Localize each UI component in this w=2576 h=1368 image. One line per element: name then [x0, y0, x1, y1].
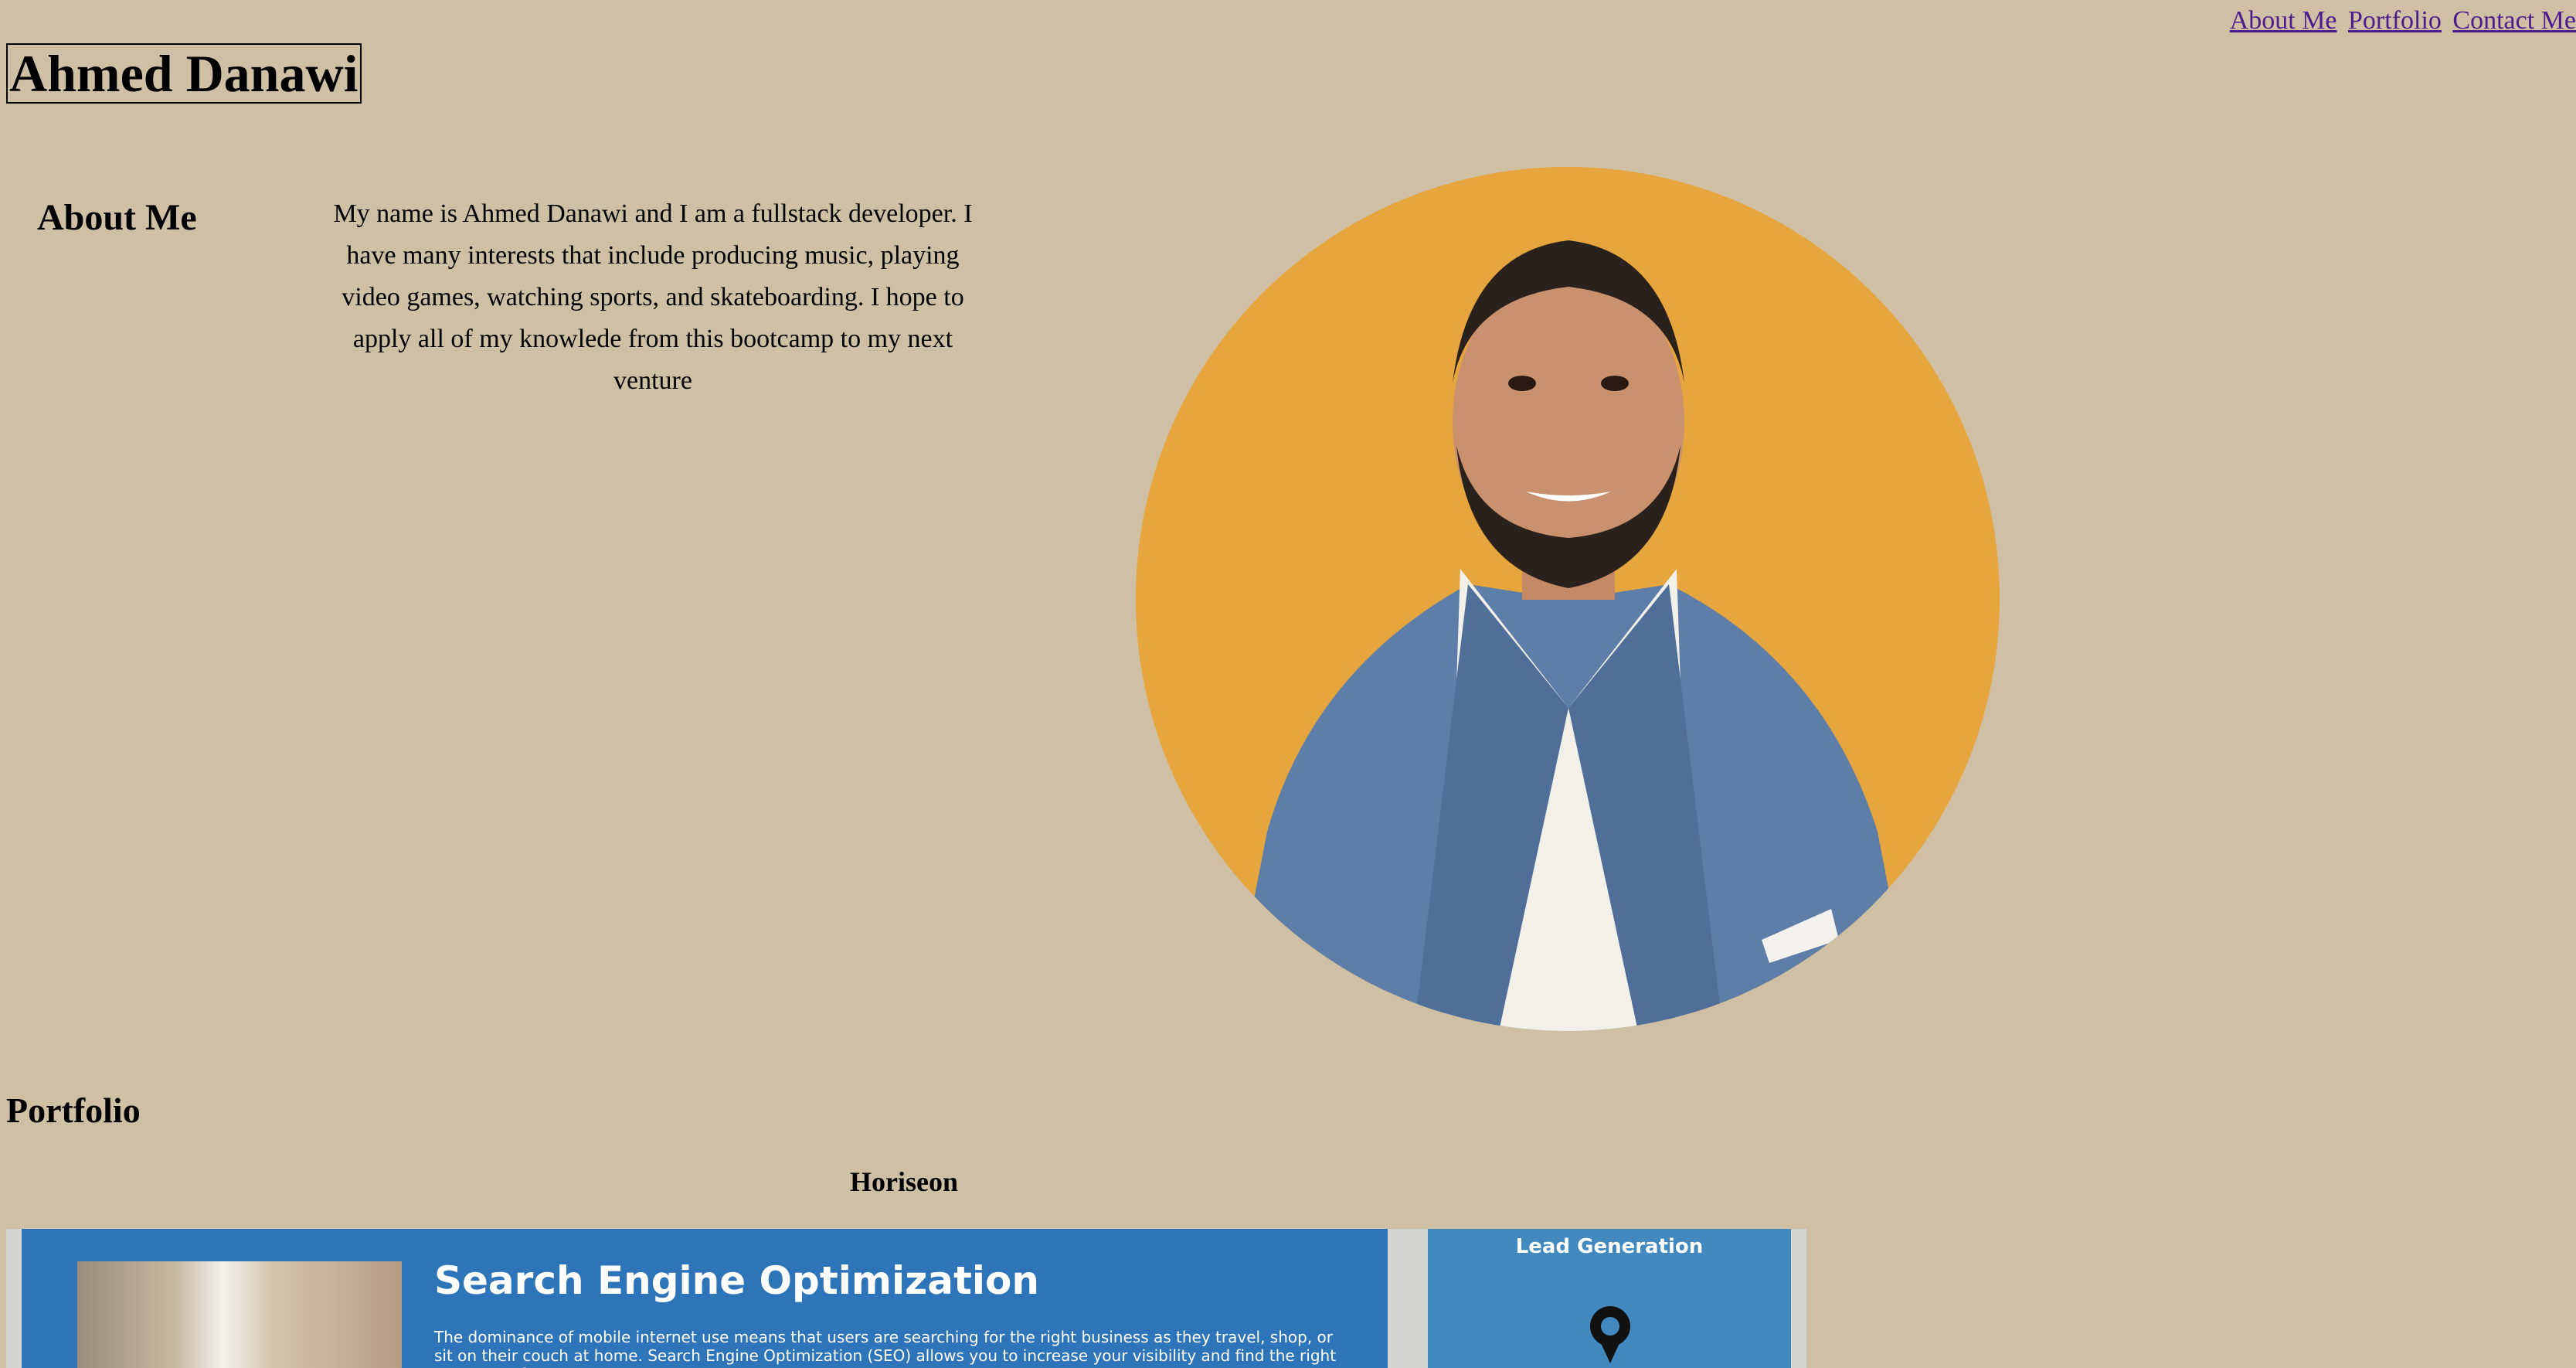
site-title: Ahmed Danawi — [6, 43, 362, 104]
nav-link-about-me[interactable]: About Me — [2230, 6, 2337, 35]
portfolio-heading: Portfolio — [6, 1091, 141, 1130]
seo-panel: Search Engine Optimization The dominance… — [22, 1229, 1388, 1368]
seo-desk-image — [77, 1261, 402, 1368]
profile-photo-illustration — [1136, 167, 2000, 1031]
seo-heading: Search Engine Optimization — [434, 1258, 1039, 1303]
project-title: Horiseon — [850, 1166, 958, 1197]
about-text: My name is Ahmed Danawi and I am a fulls… — [333, 199, 973, 395]
about-heading: About Me — [37, 197, 197, 238]
lead-generation-panel: Lead Generation — [1428, 1229, 1791, 1368]
lead-generation-heading: Lead Generation — [1515, 1235, 1704, 1258]
lead-generation-icon — [1590, 1306, 1630, 1363]
nav-link-portfolio[interactable]: Portfolio — [2348, 6, 2442, 35]
nav-link-contact-me[interactable]: Contact Me — [2452, 6, 2576, 35]
profile-photo — [1136, 167, 2000, 1031]
top-nav: About Me Portfolio Contact Me — [2230, 6, 2576, 36]
seo-body-text: The dominance of mobile internet use mea… — [434, 1328, 1337, 1368]
project-screenshot[interactable]: Search Engine Optimization The dominance… — [6, 1229, 1806, 1368]
